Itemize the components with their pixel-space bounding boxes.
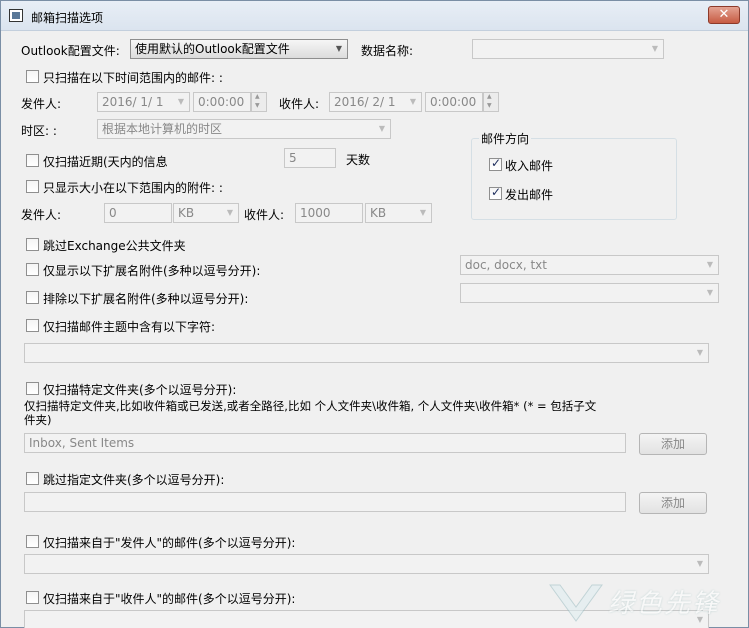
chevron-down-icon: ▼	[378, 124, 386, 133]
skip-exchange-label: 跳过Exchange公共文件夹	[43, 239, 186, 253]
date-range-checkbox[interactable]	[26, 70, 39, 83]
chevron-down-icon: ▼	[696, 559, 704, 568]
outlook-profile-dropdown[interactable]: 使用默认的Outlook配置文件 ▼	[130, 39, 348, 59]
ext-include-checkbox[interactable]	[26, 263, 39, 276]
chevron-down-icon: ▼	[226, 208, 234, 217]
ext-include-dropdown[interactable]: doc, docx, txt ▼	[460, 255, 719, 275]
outlook-profile-label: Outlook配置文件:	[21, 44, 120, 58]
skip-folders-input[interactable]	[24, 492, 626, 512]
size-from-unit-dropdown[interactable]: KB ▼	[173, 203, 239, 223]
specific-folders-hint-line2: 件夹)	[24, 413, 52, 427]
size-to-unit: KB	[370, 206, 387, 220]
chevron-down-icon: ▼	[706, 260, 714, 269]
size-from-field[interactable]: 0	[104, 203, 172, 223]
ext-include-label: 仅显示以下扩展名附件(多种以逗号分开):	[43, 264, 261, 278]
title-bar: 邮箱扫描选项 ✕	[1, 1, 748, 31]
outgoing-mail-label: 发出邮件	[505, 188, 554, 202]
time-from-spinner[interactable]	[251, 92, 267, 112]
timezone-value: 根据本地计算机的时区	[102, 122, 223, 136]
time-to-field[interactable]: 0:00:00	[425, 92, 483, 112]
mail-direction-title: 邮件方向	[479, 130, 532, 147]
size-to-field[interactable]: 1000	[295, 203, 363, 223]
size-to-label: 收件人:	[244, 208, 285, 222]
watermark-logo: 绿色先锋	[546, 579, 749, 628]
size-to-unit-dropdown[interactable]: KB ▼	[365, 203, 432, 223]
chevron-down-icon: ▼	[419, 208, 427, 217]
to-recipients-label: 仅扫描来自于"收件人"的邮件(多个以逗号分开):	[43, 592, 296, 606]
timezone-label: 时区: :	[21, 124, 57, 138]
from-senders-dropdown[interactable]: ▼	[24, 554, 709, 574]
chevron-down-icon: ▼	[696, 348, 704, 357]
chevron-down-icon: ▼	[651, 44, 659, 53]
specific-folders-value: Inbox, Sent Items	[29, 436, 135, 450]
chevron-down-icon: ▼	[706, 288, 714, 297]
size-from-label: 发件人:	[21, 208, 62, 222]
skip-folders-label: 跳过指定文件夹(多个以逗号分开):	[43, 473, 225, 487]
mail-direction-group	[471, 138, 677, 220]
incoming-mail-checkbox[interactable]	[489, 156, 502, 171]
specific-folders-input[interactable]: Inbox, Sent Items	[24, 433, 626, 453]
recent-days-checkbox[interactable]	[26, 154, 39, 167]
recent-days-unit: 天数	[346, 153, 371, 167]
specific-folders-label: 仅扫描特定文件夹(多个以逗号分开):	[43, 383, 237, 397]
subject-filter-dropdown[interactable]: ▼	[24, 343, 709, 363]
recent-days-value: 5	[289, 151, 297, 165]
time-to-value: 0:00:00	[430, 95, 477, 109]
size-from-unit: KB	[178, 206, 195, 220]
attachment-size-label: 只显示大小在以下范围内的附件: :	[43, 181, 223, 195]
ext-include-value: doc, docx, txt	[465, 258, 547, 272]
mail-scan-options-window: 邮箱扫描选项 ✕ Outlook配置文件: 使用默认的Outlook配置文件 ▼…	[0, 0, 749, 628]
ext-exclude-dropdown[interactable]: ▼	[460, 283, 719, 303]
date-to-picker[interactable]: 2016/ 2/ 1 ▼	[329, 92, 422, 112]
watermark-text: 绿色先锋	[608, 589, 721, 619]
size-to-value: 1000	[300, 206, 331, 220]
skip-folders-checkbox[interactable]	[26, 472, 39, 485]
size-from-value: 0	[109, 206, 117, 220]
recent-days-label: 仅扫描近期(天内的信息	[43, 155, 168, 169]
incoming-mail-label: 收入邮件	[505, 159, 554, 173]
subject-filter-label: 仅扫描邮件主题中含有以下字符:	[43, 320, 216, 334]
date-from-picker[interactable]: 2016/ 1/ 1 ▼	[97, 92, 190, 112]
time-to-spinner[interactable]	[483, 92, 499, 112]
attachment-size-checkbox[interactable]	[26, 180, 39, 193]
chevron-down-icon: ▼	[409, 97, 417, 106]
date-from-value: 2016/ 1/ 1	[102, 95, 164, 109]
ext-exclude-checkbox[interactable]	[26, 291, 39, 304]
add-specific-folder-button[interactable]: 添加	[639, 433, 707, 455]
skip-exchange-checkbox[interactable]	[26, 238, 39, 251]
chevron-down-icon: ▼	[335, 44, 343, 53]
outgoing-mail-checkbox[interactable]	[489, 185, 502, 200]
time-from-field[interactable]: 0:00:00	[193, 92, 251, 112]
date-to-label: 收件人:	[279, 97, 320, 111]
from-senders-checkbox[interactable]	[26, 535, 39, 548]
from-senders-label: 仅扫描来自于"发件人"的邮件(多个以逗号分开):	[43, 536, 296, 550]
timezone-dropdown[interactable]: 根据本地计算机的时区 ▼	[97, 119, 391, 139]
window-app-icon	[9, 9, 23, 22]
store-name-label: 数据名称:	[361, 44, 414, 58]
watermark-v-icon	[549, 584, 603, 622]
date-from-label: 发件人:	[21, 97, 62, 111]
window-title: 邮箱扫描选项	[31, 11, 104, 25]
outlook-profile-value: 使用默认的Outlook配置文件	[135, 42, 290, 56]
specific-folders-checkbox[interactable]	[26, 382, 39, 395]
close-button[interactable]: ✕	[708, 6, 740, 24]
time-from-value: 0:00:00	[198, 95, 245, 109]
chevron-down-icon: ▼	[177, 97, 185, 106]
recent-days-field[interactable]: 5	[284, 148, 336, 168]
date-to-value: 2016/ 2/ 1	[334, 95, 396, 109]
subject-filter-checkbox[interactable]	[26, 319, 39, 332]
date-range-label: 只扫描在以下时间范围内的邮件: :	[43, 71, 223, 85]
ext-exclude-label: 排除以下扩展名附件(多种以逗号分开):	[43, 292, 249, 306]
to-recipients-checkbox[interactable]	[26, 591, 39, 604]
store-name-dropdown[interactable]: ▼	[472, 39, 664, 59]
specific-folders-hint-line1: 仅扫描特定文件夹,比如收件箱或已发送,或者全路径,比如 个人文件夹\收件箱, 个…	[24, 399, 597, 413]
add-skip-folder-button[interactable]: 添加	[639, 492, 707, 514]
